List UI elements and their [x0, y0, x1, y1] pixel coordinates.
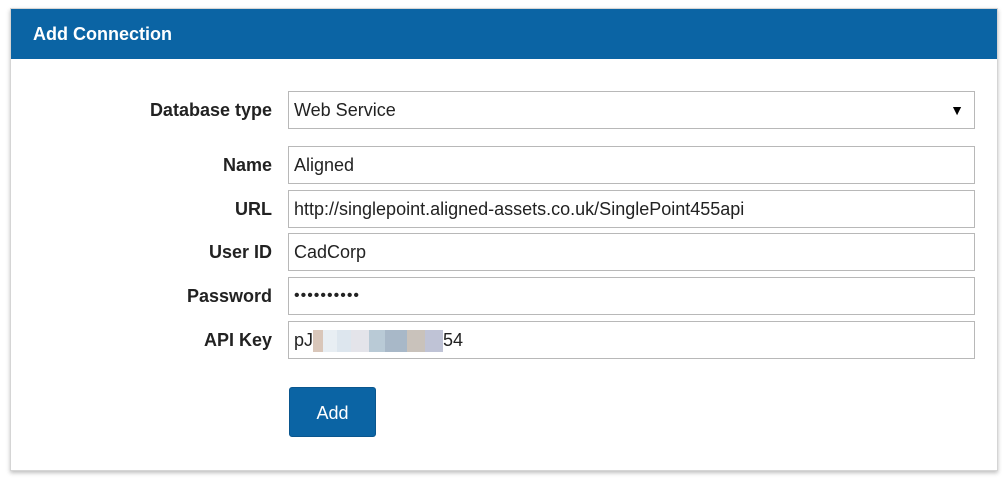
api-key-label: API Key — [203, 330, 272, 350]
user-id-row: User ID CadCorp — [11, 233, 997, 271]
password-label: Password — [186, 286, 272, 306]
api-key-suffix: 54 — [443, 330, 464, 350]
password-row: Password •••••••••• — [11, 277, 997, 315]
user-id-label: User ID — [208, 242, 272, 262]
add-connection-dialog: Add Connection Database type Web Service… — [10, 8, 998, 471]
add-button[interactable]: Add — [289, 387, 376, 437]
name-label: Name — [222, 155, 272, 175]
url-row: URL http://singlepoint.aligned-assets.co… — [11, 190, 997, 228]
database-type-label: Database type — [149, 100, 272, 120]
name-row: Name Aligned — [11, 146, 997, 184]
api-key-row: API Key pJ 54 — [11, 321, 997, 359]
database-type-value: Web Service — [294, 100, 396, 120]
dialog-title: Add Connection — [11, 9, 997, 59]
url-label: URL — [235, 199, 272, 219]
api-key-redaction — [313, 330, 444, 353]
api-key-prefix: pJ — [294, 330, 314, 350]
password-input[interactable]: •••••••••• — [288, 277, 975, 315]
database-type-select[interactable]: Web Service ▼ — [288, 91, 975, 129]
api-key-input[interactable]: pJ 54 — [288, 321, 975, 359]
name-input[interactable]: Aligned — [288, 146, 975, 184]
url-input[interactable]: http://singlepoint.aligned-assets.co.uk/… — [288, 190, 975, 228]
dropdown-arrow-icon: ▼ — [950, 102, 964, 118]
database-type-row: Database type Web Service ▼ — [11, 91, 997, 129]
user-id-input[interactable]: CadCorp — [288, 233, 975, 271]
